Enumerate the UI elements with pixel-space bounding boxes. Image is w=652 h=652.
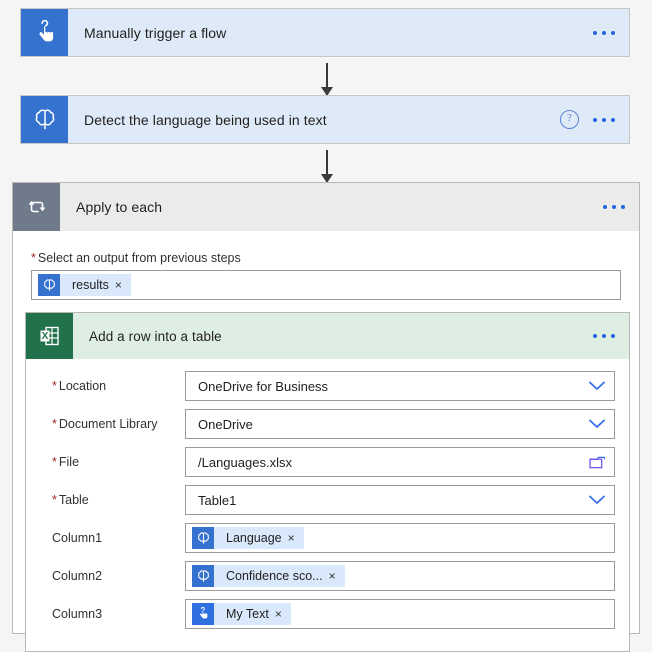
field-label-column3: Column3 xyxy=(40,607,185,621)
detect-language-card-title: Detect the language being used in text xyxy=(84,111,327,128)
field-label-text: Column3 xyxy=(52,607,103,621)
chevron-down-icon[interactable] xyxy=(580,495,614,505)
field-label-column2: Column2 xyxy=(40,569,185,583)
token-label: Language xyxy=(226,531,282,545)
loop-icon xyxy=(13,183,60,231)
token-label: My Text xyxy=(226,607,269,621)
select-output-label-text: Select an output from previous steps xyxy=(37,251,241,265)
token-remove-icon[interactable]: × xyxy=(288,532,304,544)
field-input-file[interactable]: /Languages.xlsx xyxy=(185,447,615,477)
select-output-input[interactable]: results × xyxy=(31,270,621,300)
trigger-more-menu-icon[interactable] xyxy=(593,30,615,35)
trigger-card[interactable]: Manually trigger a flow xyxy=(20,8,630,57)
token-label: Confidence sco... xyxy=(226,569,323,583)
excel-fields-list: * Location OneDrive for Business * Document… xyxy=(26,359,629,651)
field-input-column1[interactable]: Language × xyxy=(185,523,615,553)
required-indicator: * xyxy=(31,251,36,265)
token-remove-icon[interactable]: × xyxy=(275,608,291,620)
apply-to-each-header[interactable]: Apply to each xyxy=(13,183,639,231)
folder-picker-icon[interactable] xyxy=(580,455,614,470)
field-label-text: Location xyxy=(58,379,107,393)
apply-to-each-actions xyxy=(603,183,639,231)
cognitive-brain-icon xyxy=(192,527,214,549)
trigger-card-title: Manually trigger a flow xyxy=(84,24,227,41)
excel-add-row-card: X Add a row into a table * Location OneDri… xyxy=(25,312,630,652)
field-label-column1: Column1 xyxy=(40,531,185,545)
cognitive-brain-icon xyxy=(38,274,60,296)
hand-tap-icon xyxy=(192,603,214,625)
chevron-down-icon[interactable] xyxy=(580,419,614,429)
required-indicator: * xyxy=(52,417,57,431)
hand-tap-icon xyxy=(21,9,68,56)
required-indicator: * xyxy=(52,455,57,469)
detect-language-more-menu-icon[interactable] xyxy=(593,117,615,122)
excel-add-row-title: Add a row into a table xyxy=(89,328,222,344)
required-indicator: * xyxy=(52,379,57,393)
field-label-text: Column2 xyxy=(52,569,103,583)
field-label-file: * File xyxy=(40,455,185,469)
detect-language-card[interactable]: Detect the language being used in text ? xyxy=(20,95,630,144)
field-label-text: Document Library xyxy=(58,417,158,431)
field-label-text: Table xyxy=(58,493,89,507)
excel-field-row: Column3 My Text × xyxy=(40,599,615,629)
field-input-column2[interactable]: Confidence sco... × xyxy=(185,561,615,591)
apply-to-each-title: Apply to each xyxy=(76,199,163,215)
excel-more-menu-icon[interactable] xyxy=(593,334,615,338)
field-value: Table1 xyxy=(198,492,237,508)
token-chip-results[interactable]: results × xyxy=(38,274,131,296)
trigger-card-actions xyxy=(593,9,629,56)
svg-text:X: X xyxy=(41,331,48,342)
excel-add-row-actions xyxy=(593,313,629,359)
field-label-text: Column1 xyxy=(52,531,103,545)
select-output-label: * Select an output from previous steps xyxy=(31,251,621,265)
token-chip[interactable]: Language × xyxy=(192,527,304,549)
field-input-table[interactable]: Table1 xyxy=(185,485,615,515)
excel-icon: X xyxy=(26,313,73,359)
excel-field-row: * File/Languages.xlsx xyxy=(40,447,615,477)
connector-arrow-2 xyxy=(321,150,333,183)
excel-add-row-header[interactable]: X Add a row into a table xyxy=(26,313,629,359)
chevron-down-icon[interactable] xyxy=(580,381,614,391)
detect-language-card-actions: ? xyxy=(560,96,629,143)
token-chip[interactable]: My Text × xyxy=(192,603,291,625)
apply-to-each-more-menu-icon[interactable] xyxy=(603,205,625,209)
field-input-document-library[interactable]: OneDrive xyxy=(185,409,615,439)
field-label-location: * Location xyxy=(40,379,185,393)
field-label-document-library: * Document Library xyxy=(40,417,185,431)
excel-field-row: Column2 Confidence sco... × xyxy=(40,561,615,591)
field-label-table: * Table xyxy=(40,493,185,507)
excel-field-row: * Document Library OneDrive xyxy=(40,409,615,439)
token-remove-icon[interactable]: × xyxy=(115,279,131,291)
field-value: OneDrive xyxy=(198,416,253,432)
token-remove-icon[interactable]: × xyxy=(329,570,345,582)
token-chip[interactable]: Confidence sco... × xyxy=(192,565,345,587)
field-input-column3[interactable]: My Text × xyxy=(185,599,615,629)
excel-field-row: * Table Table1 xyxy=(40,485,615,515)
field-label-text: File xyxy=(58,455,80,469)
connector-arrow-1 xyxy=(321,63,333,96)
excel-field-row: Column1 Language × xyxy=(40,523,615,553)
cognitive-brain-icon xyxy=(21,96,68,143)
excel-field-row: * Location OneDrive for Business xyxy=(40,371,615,401)
required-indicator: * xyxy=(52,493,57,507)
field-value: /Languages.xlsx xyxy=(198,454,292,470)
field-value: OneDrive for Business xyxy=(198,378,329,394)
token-label: results xyxy=(72,278,109,292)
apply-to-each-body: * Select an output from previous steps re… xyxy=(13,231,639,300)
help-icon[interactable]: ? xyxy=(560,110,579,129)
cognitive-brain-icon xyxy=(192,565,214,587)
field-input-location[interactable]: OneDrive for Business xyxy=(185,371,615,401)
